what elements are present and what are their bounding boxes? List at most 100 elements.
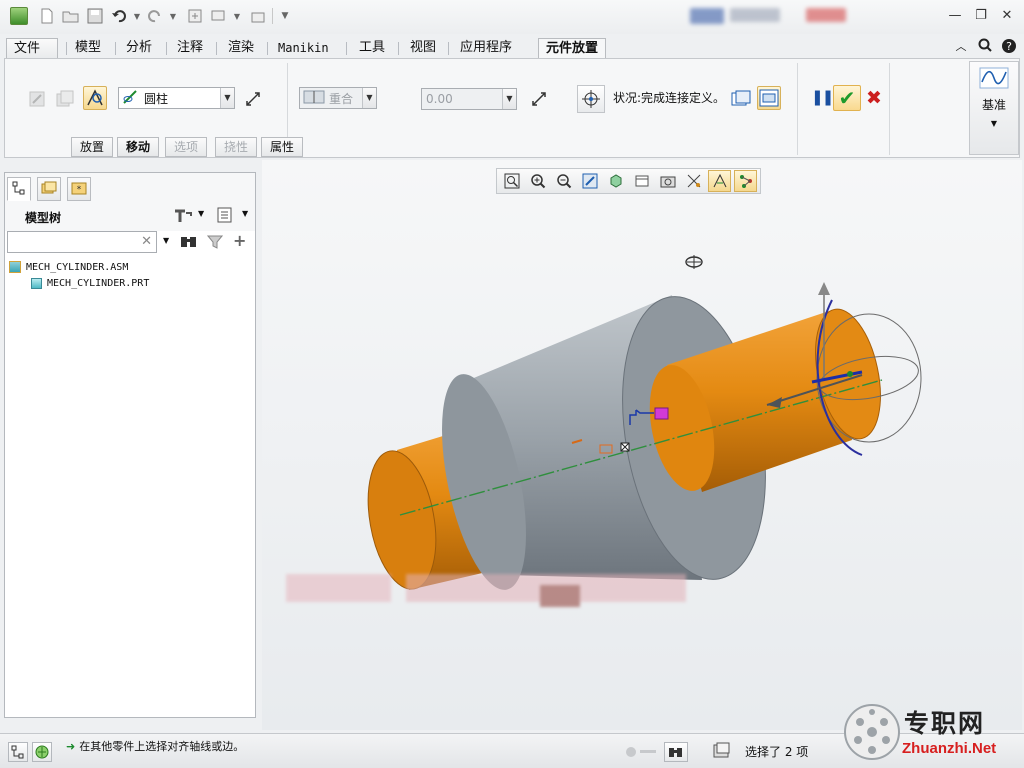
placement-status: 状况:完成连接定义。	[613, 91, 726, 105]
filter-icon[interactable]	[206, 234, 224, 253]
separate-window-display-icon[interactable]	[729, 87, 753, 111]
cancel-button[interactable]: ✖	[863, 87, 885, 109]
tab-analysis[interactable]: 分析	[119, 38, 159, 59]
model-tree-title: 模型树	[25, 211, 62, 225]
chevron-down-icon: ▼	[502, 89, 516, 109]
assembly-icon	[9, 261, 21, 273]
status-message-text: 在其他零件上选择对齐轴线或边。	[79, 740, 245, 753]
ribbon-tab-bar: 文件 ▼ 模型 分析 注释 渲染 Manikin 工具 视图 应用程序 元件放置	[0, 34, 1024, 74]
model-tree-list: MECH_CYLINDER.ASM MECH_CYLINDER.PRT	[5, 259, 255, 291]
model-tree-toggle-icon[interactable]	[8, 742, 28, 762]
tree-item-assembly[interactable]: MECH_CYLINDER.ASM	[5, 259, 255, 275]
settings-icon[interactable]	[173, 207, 193, 227]
cylinder-joint-icon	[122, 89, 140, 108]
confirm-button[interactable]: ✔	[833, 85, 861, 111]
component-placement-dashboard: 圆柱 ▼ 重合 ▼ 0.00 ▼ 状况:完成连接定义。 ❚❚ ✔ ✖ 基准 ▼ …	[4, 58, 1020, 158]
chevron-down-icon: ▼	[362, 88, 376, 108]
pause-button[interactable]: ❚❚	[811, 88, 834, 108]
save-icon[interactable]	[86, 7, 104, 25]
help-icon[interactable]: ?	[1000, 38, 1018, 56]
customize-icon[interactable]: ▼	[276, 7, 294, 25]
offset-value: 0.00	[426, 92, 453, 106]
flip-icon[interactable]	[241, 87, 265, 111]
coincident-icon	[303, 90, 325, 107]
model-tree-panel: * 模型树 ▼ ▼ ✕ ▼ + MECH_CYLINDER.ASM MECH_C…	[4, 172, 256, 718]
tab-model-tree[interactable]	[7, 177, 31, 201]
restore-icon[interactable]: ❐	[970, 6, 992, 26]
close-icon[interactable]: ✕	[996, 6, 1018, 26]
use-interface-icon[interactable]	[25, 87, 49, 111]
user-defined-connection-icon[interactable]	[83, 86, 107, 110]
redacted-overlay	[286, 574, 686, 607]
clear-icon[interactable]: ✕	[141, 234, 152, 249]
tab-model[interactable]: 模型	[68, 38, 108, 59]
regenerate-icon[interactable]	[186, 7, 204, 25]
undo-dropdown-icon[interactable]: ▼	[128, 7, 146, 25]
subtab-options[interactable]: 选项	[165, 137, 208, 157]
tab-folder-browser[interactable]	[37, 177, 61, 201]
subtab-placement[interactable]: 放置	[71, 137, 114, 157]
open-icon[interactable]	[62, 7, 80, 25]
part-icon	[31, 277, 42, 289]
assembly-window-display-icon[interactable]	[757, 86, 781, 110]
browser-toggle-icon[interactable]	[32, 742, 52, 762]
tree-item-part[interactable]: MECH_CYLINDER.PRT	[5, 275, 255, 291]
watermark-logo: 专职网 Zhuanzhi.Net	[842, 700, 1022, 764]
graphics-window[interactable]	[262, 160, 1022, 730]
tab-view[interactable]: 视图	[403, 38, 443, 59]
allow-assumptions-icon[interactable]	[577, 85, 605, 113]
regen-indicator-line	[640, 750, 656, 753]
svg-text:?: ?	[1006, 40, 1012, 53]
flip-offset-icon[interactable]	[527, 87, 551, 111]
minimize-icon[interactable]: —	[944, 6, 966, 26]
show-icon[interactable]	[216, 207, 234, 226]
tab-manikin[interactable]: Manikin	[271, 38, 336, 59]
datum-icon	[970, 67, 1018, 92]
minimize-ribbon-icon[interactable]: ︿	[952, 38, 970, 56]
constraint-type-value: 圆柱	[144, 91, 169, 106]
constraint-option-select[interactable]: 重合 ▼	[299, 87, 377, 109]
subtab-flexibility[interactable]: 挠性	[215, 137, 258, 157]
undo-icon[interactable]	[110, 7, 128, 25]
tab-render[interactable]: 渲染	[221, 38, 261, 59]
tab-annotate[interactable]: 注释	[170, 38, 210, 59]
model-view[interactable]	[262, 160, 1022, 730]
tree-item-label: MECH_CYLINDER.PRT	[47, 277, 150, 289]
tab-tools[interactable]: 工具	[352, 38, 392, 59]
subtab-move[interactable]: 移动	[117, 137, 160, 157]
tab-favorites[interactable]: *	[67, 177, 91, 201]
model-tree-search-input[interactable]: ✕	[7, 231, 157, 253]
app-icon[interactable]	[10, 7, 28, 25]
watermark-en: Zhuanzhi.Net	[902, 740, 997, 757]
offset-value-input[interactable]: 0.00 ▼	[421, 88, 517, 110]
datum-menu-button[interactable]: 基准 ▼	[969, 61, 1019, 155]
chevron-down-icon[interactable]: ▼	[198, 209, 204, 218]
tab-file[interactable]: 文件 ▼	[6, 38, 58, 74]
find-icon[interactable]	[664, 742, 688, 762]
binoculars-icon[interactable]	[180, 233, 198, 252]
watermark-cn: 专职网	[904, 709, 986, 738]
chevron-down-icon[interactable]: ▼	[163, 236, 169, 245]
selection-filter-icon[interactable]	[712, 742, 734, 762]
tab-applications[interactable]: 应用程序	[453, 38, 519, 59]
windows-icon[interactable]	[210, 7, 228, 25]
favorites-icon: *	[71, 181, 87, 198]
soccer-ball-icon	[844, 704, 900, 760]
chevron-down-icon[interactable]: ▼	[242, 209, 248, 218]
spin-center-icon	[685, 255, 703, 269]
tree-item-label: MECH_CYLINDER.ASM	[26, 261, 129, 273]
regen-indicator-icon	[626, 747, 636, 757]
search-icon[interactable]	[976, 38, 994, 56]
windows-dropdown-icon[interactable]: ▼	[228, 7, 246, 25]
chevron-down-icon: ▼	[990, 119, 998, 128]
add-icon[interactable]: +	[233, 231, 246, 250]
new-icon[interactable]	[38, 7, 56, 25]
close-window-icon[interactable]	[250, 7, 268, 25]
separate-window-icon[interactable]	[53, 87, 77, 111]
tab-component-placement[interactable]: 元件放置	[538, 38, 607, 59]
subtab-properties[interactable]: 属性	[261, 137, 304, 157]
constraint-type-select[interactable]: 圆柱 ▼	[118, 87, 235, 109]
redo-dropdown-icon[interactable]: ▼	[164, 7, 182, 25]
redo-icon[interactable]	[146, 7, 164, 25]
chevron-down-icon: ▼	[220, 88, 234, 108]
